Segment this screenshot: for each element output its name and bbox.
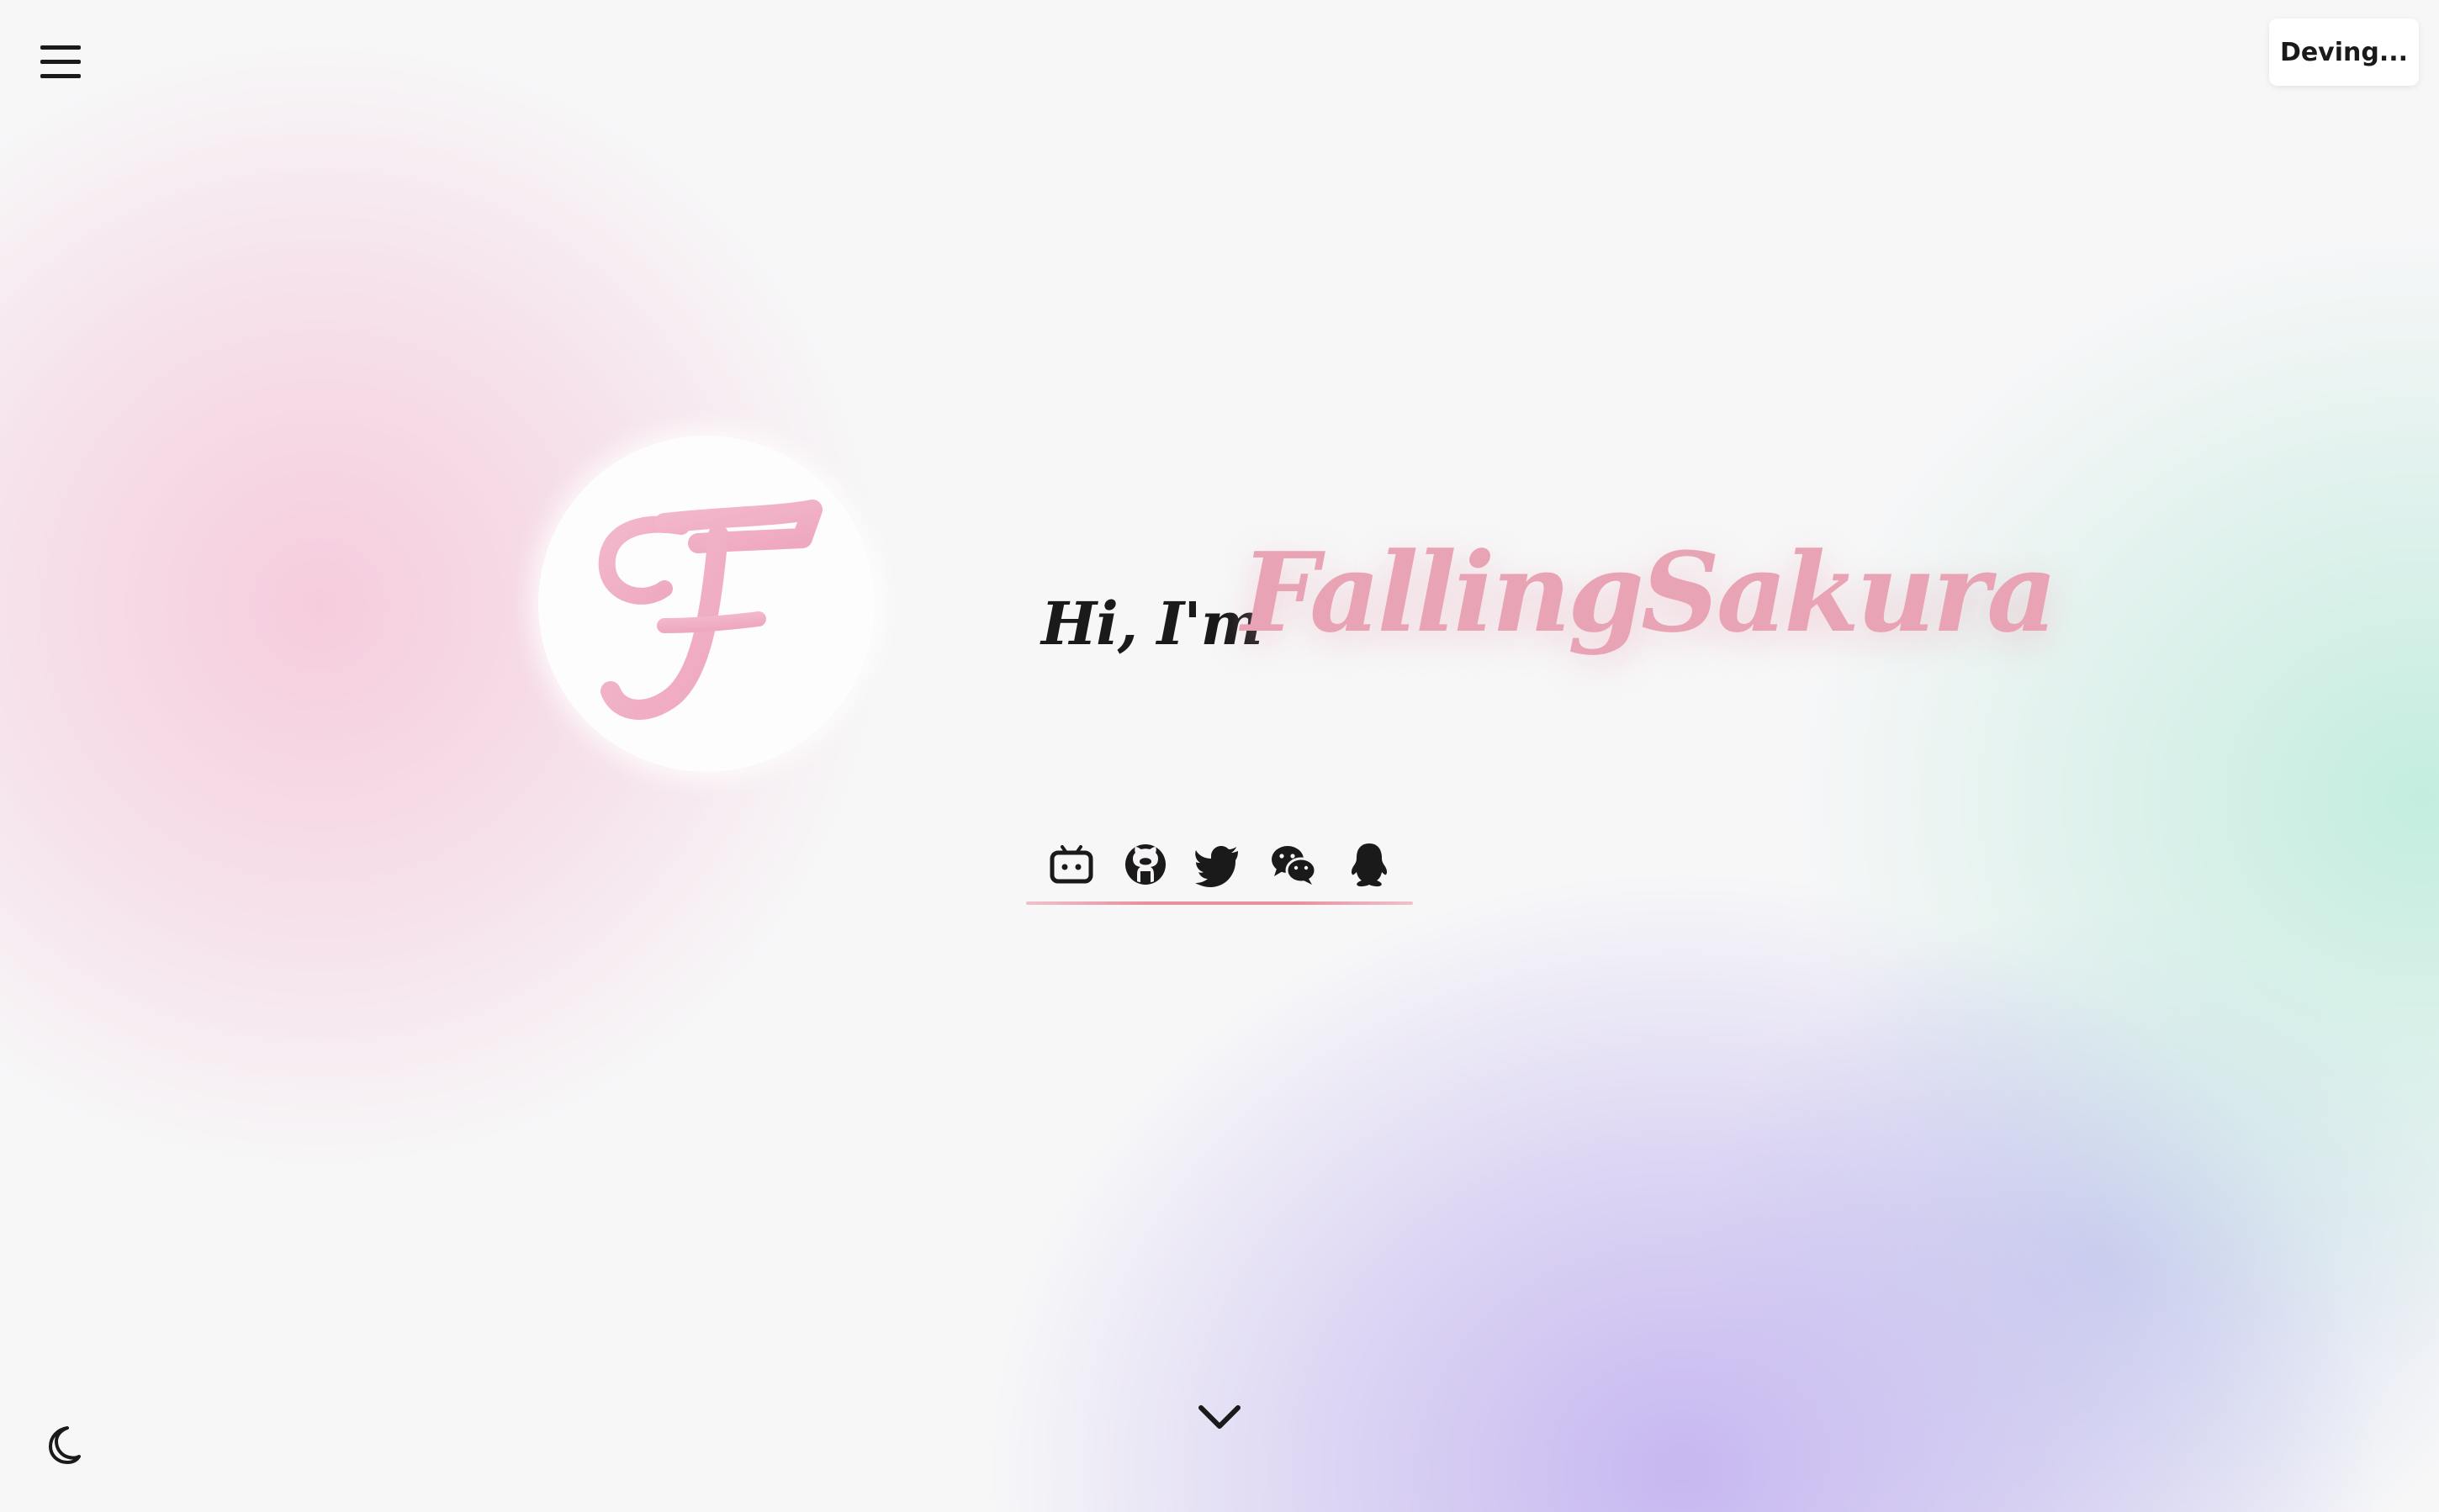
hamburger-menu-icon[interactable] xyxy=(39,44,82,81)
avatar xyxy=(538,436,875,772)
site-owner-name: FallingSakura xyxy=(1241,528,2057,657)
bilibili-icon[interactable] xyxy=(1048,841,1095,888)
twitter-icon[interactable] xyxy=(1194,841,1241,888)
github-icon[interactable] xyxy=(1122,841,1169,888)
moon-icon[interactable] xyxy=(42,1425,82,1465)
social-underline xyxy=(1026,901,1413,905)
social-links xyxy=(1026,833,1413,908)
page-background xyxy=(0,0,2439,1512)
chevron-down-icon[interactable] xyxy=(1196,1401,1243,1435)
greeting-prefix: Hi, I'm xyxy=(1041,589,1263,658)
hero-greeting: Hi, I'm FallingSakura xyxy=(1041,513,2057,715)
qq-icon[interactable] xyxy=(1346,841,1393,888)
wechat-icon[interactable] xyxy=(1270,841,1317,888)
status-badge[interactable]: Deving... xyxy=(2269,19,2419,86)
